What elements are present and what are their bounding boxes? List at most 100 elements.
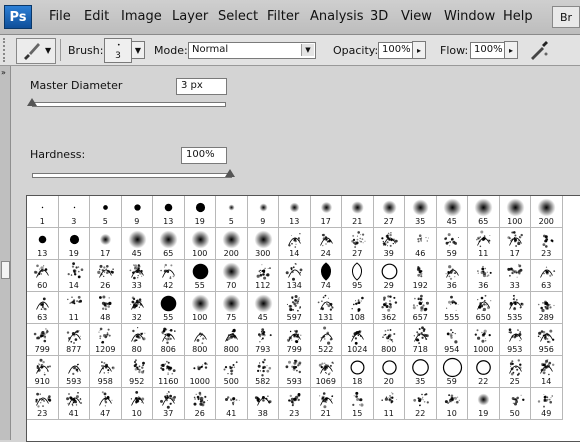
brush-preset-cell[interactable]: 522 bbox=[310, 324, 342, 356]
brush-preset-cell[interactable]: 362 bbox=[373, 292, 405, 324]
brush-preset-cell[interactable]: 593 bbox=[58, 356, 90, 388]
brush-preset-cell[interactable]: 39 bbox=[373, 228, 405, 260]
brush-preset-cell[interactable]: 35 bbox=[405, 356, 437, 388]
brush-preset-cell[interactable]: 1000 bbox=[184, 356, 216, 388]
brush-preset-cell[interactable]: 582 bbox=[247, 356, 279, 388]
brush-preset-cell[interactable]: 800 bbox=[373, 324, 405, 356]
menu-file[interactable]: File bbox=[49, 9, 71, 24]
master-diameter-slider-thumb[interactable] bbox=[27, 98, 37, 106]
brush-preset-cell[interactable]: 23 bbox=[27, 388, 59, 420]
brush-preset-cell[interactable]: 29 bbox=[373, 260, 405, 292]
brush-preset-cell[interactable]: 23 bbox=[279, 388, 311, 420]
brush-preset-cell[interactable]: 22 bbox=[405, 388, 437, 420]
brush-preset-cell[interactable]: 41 bbox=[216, 388, 248, 420]
menu-help[interactable]: Help bbox=[503, 9, 533, 24]
brush-preset-cell[interactable]: 954 bbox=[436, 324, 468, 356]
brush-preset-cell[interactable]: 500 bbox=[216, 356, 248, 388]
brush-preset-cell[interactable]: 60 bbox=[27, 260, 59, 292]
flow-slider-button[interactable]: ▸ bbox=[504, 41, 518, 59]
brush-preset-cell[interactable]: 200 bbox=[216, 228, 248, 260]
brush-preset-cell[interactable]: 108 bbox=[342, 292, 374, 324]
brush-preset-cell[interactable]: 20 bbox=[373, 356, 405, 388]
menu-layer[interactable]: Layer bbox=[172, 9, 208, 24]
brush-preset-cell[interactable]: 11 bbox=[373, 388, 405, 420]
brush-preset-preview[interactable]: • 3 bbox=[104, 38, 132, 63]
brush-preset-cell[interactable]: 11 bbox=[58, 292, 90, 324]
brush-preset-cell[interactable]: 958 bbox=[90, 356, 122, 388]
brush-preset-cell[interactable]: 1024 bbox=[342, 324, 374, 356]
brush-preset-cell[interactable]: 100 bbox=[184, 228, 216, 260]
menu-image[interactable]: Image bbox=[121, 9, 162, 24]
brush-preset-cell[interactable]: 23 bbox=[531, 228, 563, 260]
brush-preset-cell[interactable]: 14 bbox=[58, 260, 90, 292]
hardness-slider[interactable] bbox=[32, 173, 232, 178]
brush-preset-cell[interactable]: 1209 bbox=[90, 324, 122, 356]
brush-preset-cell[interactable]: 10 bbox=[436, 388, 468, 420]
options-grip[interactable] bbox=[3, 38, 9, 62]
menu-window[interactable]: Window bbox=[444, 9, 495, 24]
brush-preset-cell[interactable]: 49 bbox=[531, 388, 563, 420]
menu-edit[interactable]: Edit bbox=[84, 9, 109, 24]
brush-preset-cell[interactable]: 134 bbox=[279, 260, 311, 292]
brush-preset-cell[interactable]: 59 bbox=[436, 228, 468, 260]
brush-preset-cell[interactable]: 27 bbox=[373, 196, 405, 228]
brush-preset-cell[interactable]: 597 bbox=[279, 292, 311, 324]
brush-preset-cell[interactable]: 200 bbox=[531, 196, 563, 228]
brush-preset-cell[interactable]: 910 bbox=[27, 356, 59, 388]
brush-preset-cell[interactable]: 65 bbox=[468, 196, 500, 228]
brush-preset-cell[interactable]: 953 bbox=[499, 324, 531, 356]
brush-preset-cell[interactable]: 100 bbox=[184, 292, 216, 324]
brush-preset-cell[interactable]: 59 bbox=[436, 356, 468, 388]
brush-preset-cell[interactable]: 793 bbox=[247, 324, 279, 356]
master-diameter-slider[interactable] bbox=[32, 102, 226, 107]
brush-preset-cell[interactable]: 13 bbox=[153, 196, 185, 228]
brush-preset-cell[interactable]: 19 bbox=[468, 388, 500, 420]
brush-preset-cell[interactable]: 21 bbox=[310, 388, 342, 420]
brush-preset-cell[interactable]: 10 bbox=[121, 388, 153, 420]
menu-select[interactable]: Select bbox=[218, 9, 258, 24]
brush-preset-cell[interactable]: 112 bbox=[247, 260, 279, 292]
brush-preset-cell[interactable]: 718 bbox=[405, 324, 437, 356]
brush-preset-cell[interactable]: 18 bbox=[342, 356, 374, 388]
brush-preset-cell[interactable]: 26 bbox=[90, 260, 122, 292]
brush-preset-cell[interactable]: 95 bbox=[342, 260, 374, 292]
brush-preset-cell[interactable]: 800 bbox=[184, 324, 216, 356]
brush-preset-cell[interactable]: 27 bbox=[342, 228, 374, 260]
panel-collapse-strip[interactable]: » bbox=[0, 66, 11, 440]
brush-preset-cell[interactable]: 956 bbox=[531, 324, 563, 356]
brush-preset-cell[interactable]: 3 bbox=[58, 196, 90, 228]
brush-preset-cell[interactable]: 806 bbox=[153, 324, 185, 356]
brush-preset-cell[interactable]: 593 bbox=[279, 356, 311, 388]
brush-preset-cell[interactable]: 1069 bbox=[310, 356, 342, 388]
brush-preset-cell[interactable]: 799 bbox=[27, 324, 59, 356]
brush-preset-cell[interactable]: 535 bbox=[499, 292, 531, 324]
brush-preset-cell[interactable]: 1160 bbox=[153, 356, 185, 388]
brush-preset-cell[interactable]: 17 bbox=[499, 228, 531, 260]
brush-preset-cell[interactable]: 46 bbox=[405, 228, 437, 260]
hardness-input[interactable]: 100% bbox=[181, 147, 227, 164]
airbrush-icon[interactable] bbox=[528, 39, 550, 61]
brush-preset-cell[interactable]: 19 bbox=[58, 228, 90, 260]
menu-filter[interactable]: Filter bbox=[267, 9, 299, 24]
brush-preset-cell[interactable]: 63 bbox=[531, 260, 563, 292]
brush-preset-cell[interactable]: 555 bbox=[436, 292, 468, 324]
brush-preset-cell[interactable]: 80 bbox=[121, 324, 153, 356]
brush-preset-cell[interactable]: 799 bbox=[279, 324, 311, 356]
brush-preset-cell[interactable]: 650 bbox=[468, 292, 500, 324]
brush-preset-cell[interactable]: 38 bbox=[247, 388, 279, 420]
brush-preset-cell[interactable]: 75 bbox=[216, 292, 248, 324]
brush-dropdown-button[interactable]: ▼ bbox=[131, 41, 145, 59]
brush-preset-cell[interactable]: 45 bbox=[436, 196, 468, 228]
menu-view[interactable]: View bbox=[401, 9, 432, 24]
brush-preset-cell[interactable]: 36 bbox=[436, 260, 468, 292]
brush-preset-cell[interactable]: 13 bbox=[279, 196, 311, 228]
menu-analysis[interactable]: Analysis bbox=[310, 9, 364, 24]
hardness-slider-thumb[interactable] bbox=[225, 169, 235, 177]
brush-preset-cell[interactable]: 13 bbox=[27, 228, 59, 260]
brush-preset-cell[interactable]: 26 bbox=[184, 388, 216, 420]
tool-preset-picker[interactable]: ▼ bbox=[16, 38, 56, 64]
brush-preset-cell[interactable]: 33 bbox=[121, 260, 153, 292]
brush-preset-cell[interactable]: 657 bbox=[405, 292, 437, 324]
brush-preset-cell[interactable]: 17 bbox=[90, 228, 122, 260]
opacity-slider-button[interactable]: ▸ bbox=[412, 41, 426, 59]
